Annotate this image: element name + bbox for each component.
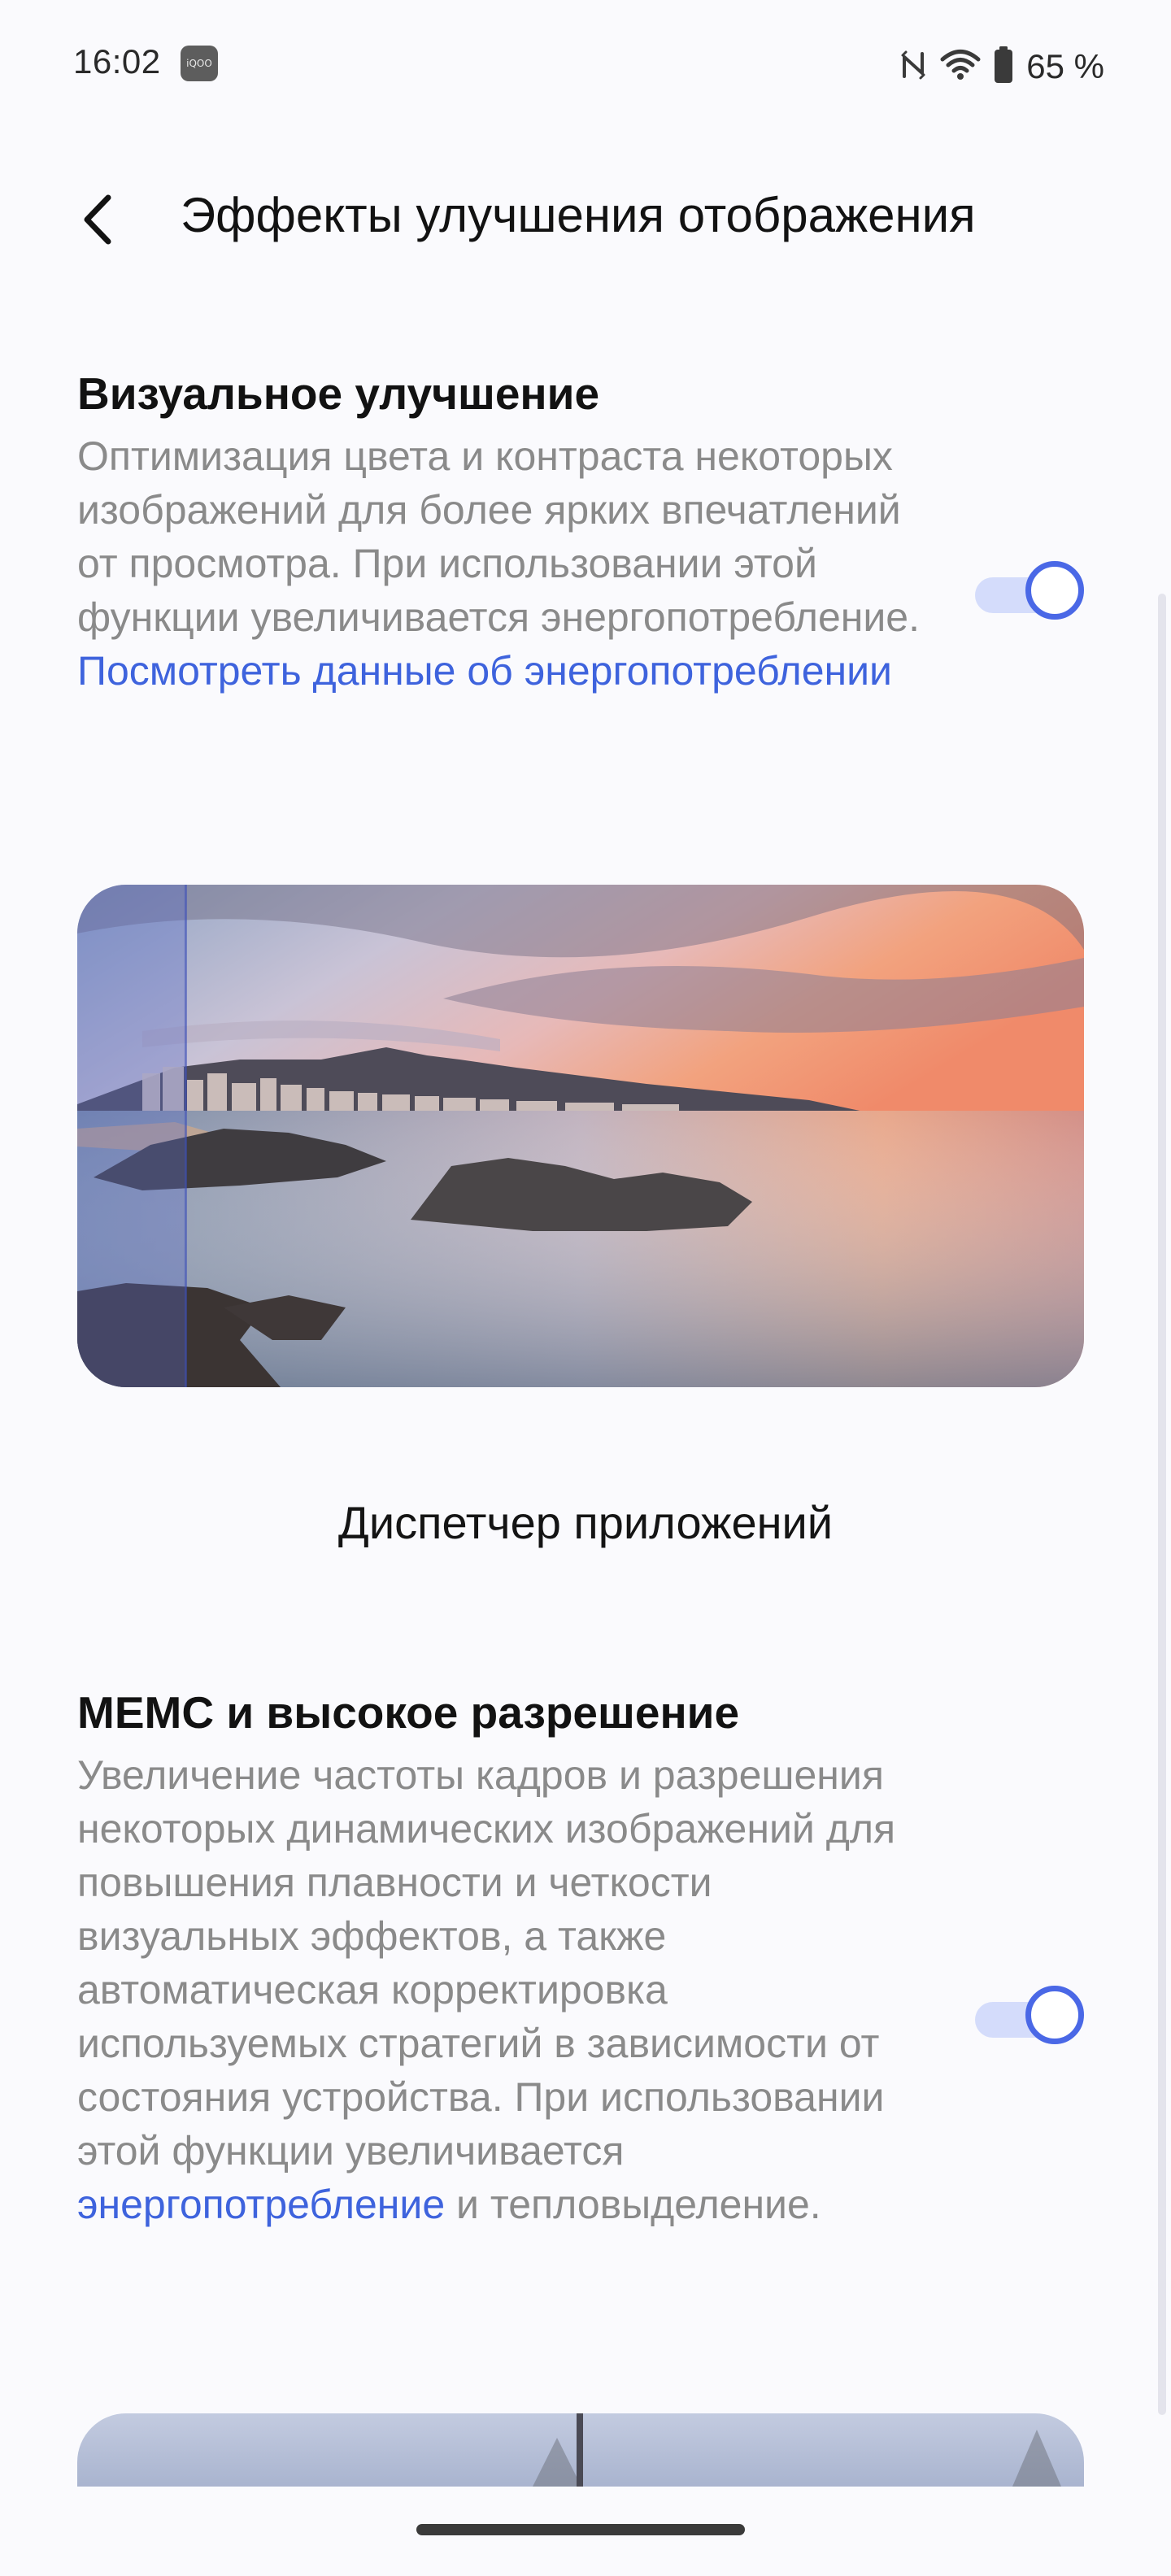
visual-enhancement-setting: Визуальное улучшение Оптимизация цвета и… <box>77 361 1094 816</box>
visual-enhancement-description: Оптимизация цвета и контраста некоторых … <box>77 429 931 698</box>
memc-description: Увеличение частоты кадров и разрешения н… <box>77 1748 931 2231</box>
memc-description-text: Увеличение частоты кадров и разрешения н… <box>77 1752 896 2174</box>
status-time: 16:02 <box>73 42 161 80</box>
back-button[interactable] <box>72 189 125 254</box>
toggle-knob <box>1025 561 1084 620</box>
visual-enhancement-title: Визуальное улучшение <box>77 368 600 419</box>
page-header: Эффекты улучшения отображения <box>0 163 1171 276</box>
visual-enhancement-description-text: Оптимизация цвета и контраста некоторых … <box>77 433 920 640</box>
memc-description-tail: и тепловыделение. <box>445 2182 821 2227</box>
visual-enhancement-toggle[interactable] <box>975 561 1094 626</box>
memc-title: MEMC и высокое разрешение <box>77 1687 740 1738</box>
battery-percentage: 65 % <box>1026 47 1104 85</box>
memc-preview-image <box>77 2413 1084 2487</box>
nfc-icon <box>899 49 927 85</box>
memc-setting: MEMC и высокое разрешение Увеличение час… <box>77 1680 1094 2355</box>
page-title: Эффекты улучшения отображения <box>181 188 976 242</box>
toggle-knob <box>1025 1986 1084 2044</box>
memc-toggle[interactable] <box>975 1986 1094 2051</box>
battery-icon <box>994 46 1013 88</box>
brand-logo-icon: iQOO <box>181 46 218 81</box>
status-bar: 16:02 iQOO 65 % <box>0 0 1171 130</box>
power-consumption-link[interactable]: Посмотреть данные об энергопотреблении <box>77 644 931 698</box>
chevron-left-icon <box>82 194 115 249</box>
seaside-sunset-image <box>77 885 1084 1387</box>
wifi-icon <box>940 49 981 85</box>
status-icons: 65 % <box>899 42 1104 91</box>
app-manager-link[interactable]: Диспетчер приложений <box>0 1496 1171 1549</box>
home-indicator[interactable] <box>416 2524 745 2535</box>
memc-power-consumption-link[interactable]: энергопотребление <box>77 2182 445 2227</box>
